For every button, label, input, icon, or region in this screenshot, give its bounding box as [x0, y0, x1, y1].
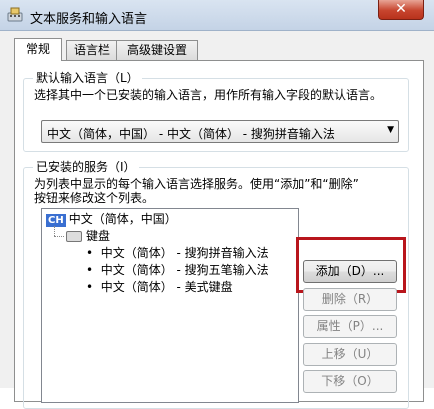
keyboard-icon	[66, 231, 82, 242]
default-language-title: 默认输入语言（L）	[33, 71, 142, 85]
tab-advanced-key-settings[interactable]: 高级键设置	[116, 40, 198, 60]
default-language-description: 选择其中一个已安装的输入语言，用作所有输入字段的默认语言。	[34, 88, 383, 102]
dialog-window: 文本服务和输入语言 ✕ 常规 语言栏 高级键设置 默认输入语言（L） 选择其中一…	[0, 0, 434, 409]
service-label: 中文（简体） - 搜狗拼音输入法	[100, 246, 269, 260]
default-language-value: 中文（简体，中国） - 中文（简体） - 搜狗拼音输入法	[47, 127, 335, 141]
bullet-icon: •	[86, 246, 94, 260]
tab-panel: 默认输入语言（L） 选择其中一个已安装的输入语言，用作所有输入字段的默认语言。 …	[14, 60, 424, 409]
tree-language-node[interactable]: CH 中文（简体，中国）	[46, 212, 177, 227]
tree-keyboard-label: 键盘	[86, 229, 111, 243]
window-title: 文本服务和输入语言	[30, 12, 148, 27]
tree-service-item[interactable]: • 中文（简体） - 搜狗拼音输入法	[86, 246, 269, 260]
properties-button[interactable]: 属性（P）...	[303, 315, 397, 338]
move-down-button[interactable]: 下移（O）	[303, 370, 397, 393]
default-language-select[interactable]: 中文（简体，中国） - 中文（简体） - 搜狗拼音输入法 ▼	[41, 120, 399, 143]
installed-services-description-2: 按钮来修改这个列表。	[34, 191, 155, 205]
tree-connector	[54, 236, 64, 237]
close-icon: ✕	[395, 1, 407, 17]
move-up-button[interactable]: 上移（U）	[303, 343, 397, 366]
remove-button[interactable]: 删除（R）	[303, 288, 397, 311]
bullet-icon: •	[86, 263, 94, 277]
service-label: 中文（简体） - 搜狗五笔输入法	[100, 263, 269, 277]
tab-general[interactable]: 常规	[14, 38, 62, 61]
service-label: 中文（简体） - 美式键盘	[100, 280, 233, 294]
tree-language-label: 中文（简体，中国）	[68, 212, 177, 226]
tree-keyboard-node[interactable]: 键盘	[66, 229, 110, 243]
tree-service-item[interactable]: • 中文（简体） - 搜狗五笔输入法	[86, 263, 269, 277]
installed-services-description-1: 为列表中显示的每个输入语言选择服务。使用“添加”和“删除”	[34, 177, 359, 191]
language-badge-icon: CH	[46, 214, 66, 227]
dropdown-arrow-icon: ▼	[387, 125, 394, 135]
close-button[interactable]: ✕	[378, 0, 424, 20]
bullet-icon: •	[86, 280, 94, 294]
keyboard-settings-icon	[7, 7, 23, 22]
installed-services-title: 已安装的服务（I）	[33, 160, 139, 174]
services-tree[interactable]: CH 中文（简体，中国） 键盘 • 中文（简体） - 搜狗拼音输入法 • 中文（简…	[41, 208, 299, 403]
tab-language-bar[interactable]: 语言栏	[66, 40, 118, 60]
tree-connector	[54, 226, 55, 236]
tree-service-item[interactable]: • 中文（简体） - 美式键盘	[86, 280, 233, 294]
title-bar[interactable]: 文本服务和输入语言 ✕	[0, 0, 434, 31]
highlight-box	[296, 237, 406, 293]
